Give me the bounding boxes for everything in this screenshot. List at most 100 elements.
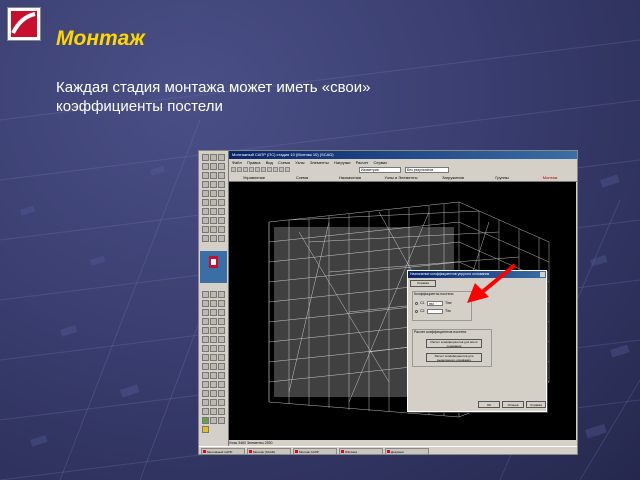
c2-input[interactable] <box>427 309 443 314</box>
taskbar-item[interactable]: Документ <box>385 448 429 454</box>
save-icon[interactable] <box>243 167 248 172</box>
fit-icon[interactable] <box>285 167 290 172</box>
menu-item[interactable]: Файл <box>232 160 242 165</box>
tool-icon[interactable] <box>218 381 225 388</box>
tool-icon[interactable] <box>202 199 209 206</box>
tool-icon[interactable] <box>202 300 209 307</box>
tool-icon[interactable] <box>218 291 225 298</box>
tool-icon[interactable] <box>210 327 217 334</box>
tool-icon[interactable] <box>218 217 225 224</box>
tool-icon[interactable] <box>202 426 209 433</box>
new-icon[interactable] <box>231 167 236 172</box>
tool-icon[interactable] <box>210 345 217 352</box>
tool-icon[interactable] <box>218 226 225 233</box>
open-icon[interactable] <box>237 167 242 172</box>
tool-icon[interactable] <box>210 217 217 224</box>
tool-icon[interactable] <box>210 181 217 188</box>
project-panel[interactable] <box>200 251 227 283</box>
tool-icon[interactable] <box>210 300 217 307</box>
tool-icon[interactable] <box>202 381 209 388</box>
tool-icon[interactable] <box>218 336 225 343</box>
tool-icon[interactable] <box>218 163 225 170</box>
menu-item[interactable]: Элементы <box>310 160 329 165</box>
close-icon[interactable] <box>540 272 545 277</box>
tab-nodes-elements[interactable]: Узлы и Элементы <box>375 174 427 181</box>
tool-icon[interactable] <box>210 235 217 242</box>
c2-radio[interactable] <box>415 310 418 313</box>
tool-icon[interactable] <box>202 291 209 298</box>
tool-icon[interactable] <box>210 336 217 343</box>
tool-icon[interactable] <box>218 399 225 406</box>
tool-icon[interactable] <box>210 226 217 233</box>
tool-icon[interactable] <box>218 327 225 334</box>
tool-icon[interactable] <box>202 363 209 370</box>
tab-loads[interactable]: Загружения <box>429 174 477 181</box>
tool-icon[interactable] <box>202 172 209 179</box>
tool-icon[interactable] <box>218 345 225 352</box>
tool-icon[interactable] <box>210 363 217 370</box>
tool-icon[interactable] <box>202 354 209 361</box>
tool-icon[interactable] <box>218 363 225 370</box>
tool-icon[interactable] <box>202 399 209 406</box>
menu-item[interactable]: Сервис <box>374 160 388 165</box>
tool-icon[interactable] <box>210 190 217 197</box>
tool-icon[interactable] <box>210 372 217 379</box>
menu-item[interactable]: Нагрузки <box>334 160 351 165</box>
tool-icon[interactable] <box>210 172 217 179</box>
tool-icon[interactable] <box>218 154 225 161</box>
tab-management[interactable]: Управление <box>231 174 277 181</box>
menu-item[interactable]: Схема <box>278 160 290 165</box>
tool-icon[interactable] <box>202 327 209 334</box>
tool-icon[interactable] <box>202 235 209 242</box>
tool-icon[interactable] <box>202 226 209 233</box>
view-select[interactable]: Изометрия <box>359 167 401 173</box>
tool-icon[interactable] <box>202 190 209 197</box>
tool-icon[interactable] <box>202 181 209 188</box>
print-icon[interactable] <box>249 167 254 172</box>
tool-icon[interactable] <box>210 381 217 388</box>
tool-icon[interactable] <box>202 208 209 215</box>
tool-icon[interactable] <box>210 417 217 424</box>
tool-icon[interactable] <box>210 390 217 397</box>
tool-icon[interactable] <box>202 163 209 170</box>
tool-icon[interactable] <box>202 390 209 397</box>
tool-icon[interactable] <box>218 372 225 379</box>
tool-icon[interactable] <box>210 163 217 170</box>
tool-icon[interactable] <box>218 408 225 415</box>
tool-icon[interactable] <box>218 354 225 361</box>
tool-icon[interactable] <box>202 318 209 325</box>
tool-icon[interactable] <box>202 417 209 424</box>
rotate-icon[interactable] <box>273 167 278 172</box>
tool-icon[interactable] <box>218 300 225 307</box>
help-button[interactable]: Справка <box>526 401 546 408</box>
tool-icon[interactable] <box>218 318 225 325</box>
tool-icon[interactable] <box>210 199 217 206</box>
tab-scheme[interactable]: Схема <box>279 174 325 181</box>
tool-icon[interactable] <box>218 390 225 397</box>
calc-all-button[interactable]: Расчет коэффициентов для всего основания <box>426 339 482 348</box>
tool-icon[interactable] <box>202 154 209 161</box>
tool-icon[interactable] <box>202 408 209 415</box>
menu-item[interactable]: Узлы <box>295 160 304 165</box>
tool-icon[interactable] <box>210 399 217 406</box>
result-select[interactable]: Без результатов <box>405 167 449 173</box>
tool-icon[interactable] <box>218 235 225 242</box>
taskbar-item[interactable]: Windows <box>339 448 383 454</box>
pan-icon[interactable] <box>279 167 284 172</box>
tool-icon[interactable] <box>218 309 225 316</box>
calc-selected-button[interactable]: Расчет коэффициентов для выделенного осн… <box>426 353 482 362</box>
zoom-icon[interactable] <box>267 167 272 172</box>
tool-icon[interactable] <box>202 336 209 343</box>
taskbar-item[interactable]: Монтажный САПР <box>201 448 245 454</box>
cancel-button[interactable]: Отмена <box>502 401 524 408</box>
tool-icon[interactable] <box>218 181 225 188</box>
menu-item[interactable]: Вид <box>266 160 273 165</box>
tool-icon[interactable] <box>210 208 217 215</box>
tab-groups[interactable]: Группы <box>479 174 525 181</box>
tab-help[interactable]: Справка <box>410 280 436 287</box>
menu-item[interactable]: Правка <box>247 160 261 165</box>
tab-mounting[interactable]: Монтаж <box>527 174 573 181</box>
tool-icon[interactable] <box>210 309 217 316</box>
tool-icon[interactable] <box>210 154 217 161</box>
tool-icon[interactable] <box>218 190 225 197</box>
